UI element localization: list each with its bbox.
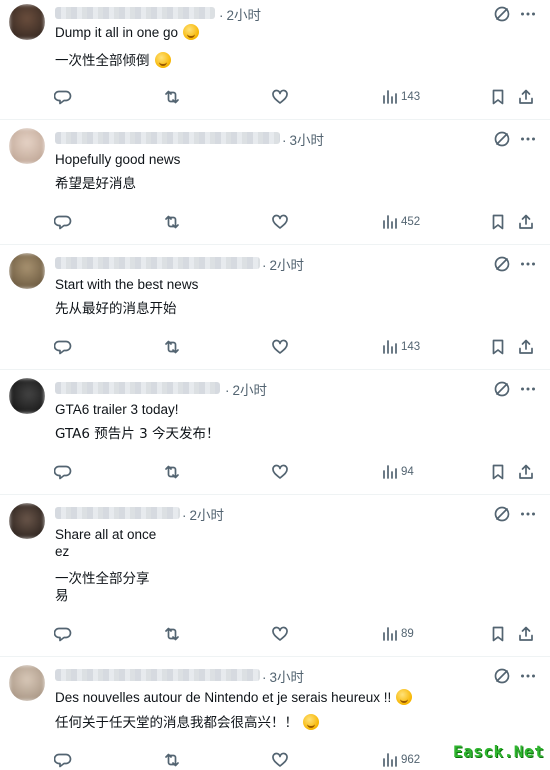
post-text-translated: GTA6 预告片 3 今天发布！ [55, 426, 220, 442]
retweet-button[interactable] [163, 462, 181, 482]
post-text-translated: 先从最好的消息开始 [55, 301, 177, 317]
bookmark-button[interactable] [489, 337, 507, 357]
like-button[interactable] [271, 212, 289, 232]
post-text-original: Dump it all in one go [55, 24, 200, 41]
reply-button[interactable] [54, 337, 72, 357]
like-button[interactable] [271, 462, 289, 482]
author-name-redacted [55, 507, 180, 519]
reply-button[interactable] [54, 212, 72, 232]
emoji-icon [183, 24, 200, 40]
avatar[interactable] [9, 253, 45, 289]
bookmark-button[interactable] [489, 212, 507, 232]
bookmark-button[interactable] [489, 87, 507, 107]
reply-button[interactable] [54, 624, 72, 644]
avatar[interactable] [9, 665, 45, 701]
views-button[interactable]: 452 [380, 212, 420, 232]
more-options-icon[interactable] [519, 505, 537, 523]
post-text-original: GTA6 trailer 3 today! [55, 402, 179, 417]
divider [0, 244, 550, 245]
post-time[interactable]: · 2小时 [262, 254, 304, 274]
grok-icon[interactable] [493, 667, 511, 685]
emoji-icon [154, 52, 171, 68]
reply-button[interactable] [54, 750, 72, 770]
like-button[interactable] [271, 750, 289, 770]
views-count: 452 [401, 216, 421, 228]
post-text-original: Des nouvelles autour de Nintendo et je s… [55, 689, 413, 706]
author-name-redacted [55, 7, 215, 19]
post-time[interactable]: · 2小时 [182, 504, 224, 524]
retweet-button[interactable] [163, 624, 181, 644]
views-button[interactable]: 143 [380, 337, 420, 357]
post-text-translated: 希望是好消息 [55, 176, 136, 192]
share-button[interactable] [517, 87, 535, 107]
reply-button[interactable] [54, 87, 72, 107]
post-text-translated: 一次性全部倾倒 [55, 52, 171, 70]
author-name-redacted [55, 669, 260, 681]
grok-icon[interactable] [493, 380, 511, 398]
reply-button[interactable] [54, 462, 72, 482]
views-button[interactable]: 143 [380, 87, 420, 107]
more-options-icon[interactable] [519, 380, 537, 398]
grok-icon[interactable] [493, 5, 511, 23]
grok-icon[interactable] [493, 505, 511, 523]
grok-icon[interactable] [493, 130, 511, 148]
views-count: 143 [401, 341, 421, 353]
retweet-button[interactable] [163, 337, 181, 357]
retweet-button[interactable] [163, 750, 181, 770]
post-text-original: Start with the best news [55, 277, 199, 292]
post-time[interactable]: · 2小时 [225, 379, 267, 399]
post-time[interactable]: · 2小时 [219, 4, 261, 24]
emoji-icon [303, 714, 319, 730]
views-count: 89 [401, 628, 414, 640]
divider [0, 369, 550, 370]
avatar[interactable] [9, 128, 45, 164]
author-name-redacted [55, 132, 280, 144]
post-text-original: Hopefully good news [55, 152, 181, 167]
avatar[interactable] [9, 503, 45, 539]
emoji-icon [396, 689, 413, 705]
avatar[interactable] [9, 378, 45, 414]
grok-icon[interactable] [493, 255, 511, 273]
divider [0, 119, 550, 120]
avatar[interactable] [9, 4, 45, 40]
more-options-icon[interactable] [519, 130, 537, 148]
like-button[interactable] [271, 337, 289, 357]
more-options-icon[interactable] [519, 255, 537, 273]
like-button[interactable] [271, 624, 289, 644]
post-text-translated: 任何关于任天堂的消息我都会很高兴！！ [55, 714, 319, 732]
post-text-translated: 一次性全部分享 易 [55, 571, 150, 604]
like-button[interactable] [271, 87, 289, 107]
post-time[interactable]: · 3小时 [282, 129, 324, 149]
share-button[interactable] [517, 337, 535, 357]
divider [0, 656, 550, 657]
share-button[interactable] [517, 212, 535, 232]
share-button[interactable] [517, 624, 535, 644]
more-options-icon[interactable] [519, 667, 537, 685]
views-button[interactable]: 89 [380, 624, 414, 644]
views-count: 962 [401, 754, 421, 766]
author-name-redacted [55, 382, 220, 394]
bookmark-button[interactable] [489, 624, 507, 644]
author-name-redacted [55, 257, 260, 269]
retweet-button[interactable] [163, 87, 181, 107]
views-button[interactable]: 94 [380, 462, 414, 482]
divider [0, 494, 550, 495]
views-count: 143 [401, 91, 421, 103]
share-button[interactable] [517, 462, 535, 482]
bookmark-button[interactable] [489, 462, 507, 482]
views-count: 94 [401, 466, 414, 478]
post-text-original: Share all at once ez [55, 527, 157, 559]
site-watermark: Easck.Net [453, 742, 545, 761]
post-time[interactable]: · 3小时 [262, 666, 304, 686]
views-button[interactable]: 962 [380, 750, 420, 770]
more-options-icon[interactable] [519, 5, 537, 23]
retweet-button[interactable] [163, 212, 181, 232]
